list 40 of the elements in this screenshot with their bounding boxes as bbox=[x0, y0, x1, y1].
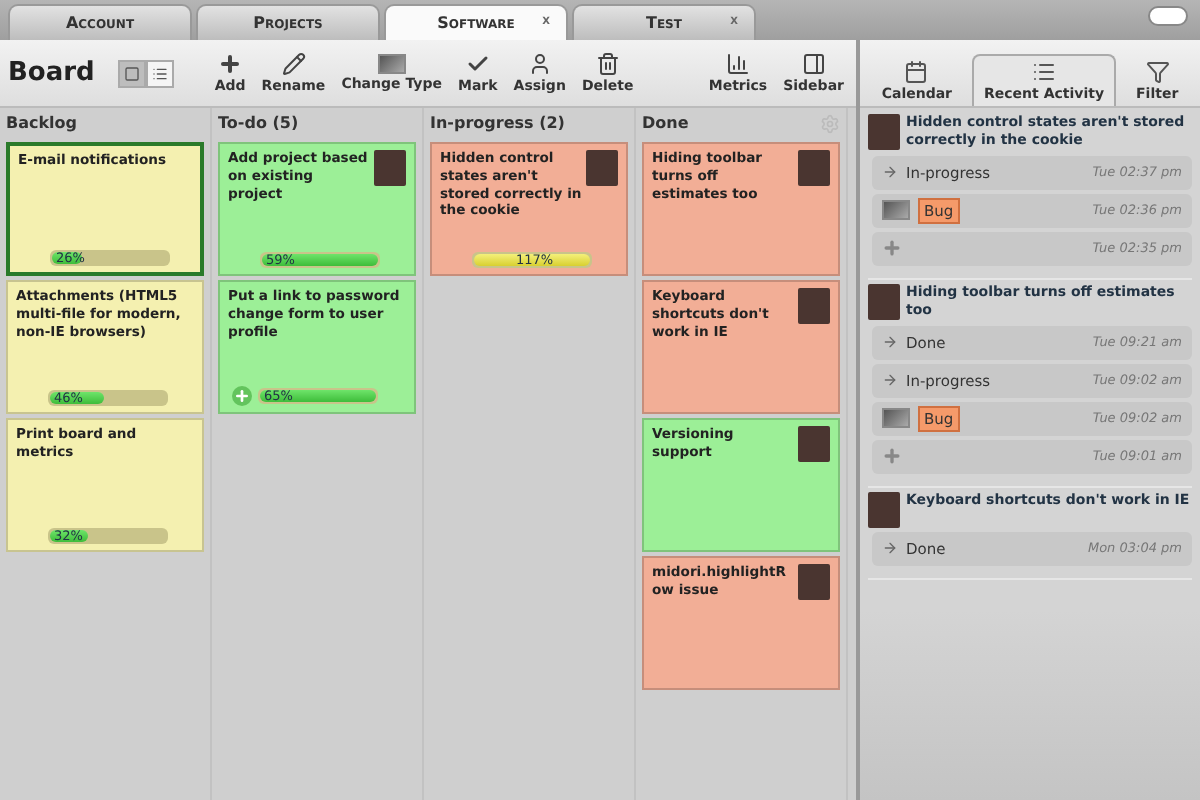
avatar-placeholder bbox=[586, 150, 618, 186]
project-tab[interactable]: Projects bbox=[196, 4, 380, 40]
arrow-icon bbox=[882, 164, 898, 181]
plus-icon bbox=[218, 52, 243, 76]
project-tab[interactable]: Account bbox=[8, 4, 192, 40]
delete-icon bbox=[595, 52, 620, 76]
plus-icon bbox=[882, 446, 902, 467]
bar-chart-icon bbox=[725, 52, 750, 76]
avatar-placeholder bbox=[798, 564, 830, 600]
card-type-icon bbox=[377, 54, 406, 74]
square-icon bbox=[124, 65, 141, 81]
filter-icon bbox=[1145, 60, 1170, 84]
arrow-icon bbox=[882, 540, 898, 557]
board-view-button[interactable] bbox=[118, 59, 147, 87]
avatar-placeholder bbox=[798, 288, 830, 324]
avatar-placeholder bbox=[868, 114, 900, 150]
avatar-placeholder bbox=[868, 283, 900, 320]
avatar-placeholder bbox=[868, 491, 900, 528]
add-icon[interactable] bbox=[232, 386, 252, 406]
list-icon bbox=[152, 65, 169, 81]
calendar-icon bbox=[904, 60, 929, 84]
person-icon bbox=[527, 52, 552, 76]
card-type-icon bbox=[882, 200, 910, 221]
column-title: To-do (5) bbox=[218, 114, 299, 132]
avatar-placeholder bbox=[374, 150, 406, 186]
card-type-icon bbox=[882, 408, 910, 429]
column-title: Done bbox=[642, 114, 689, 132]
check-icon bbox=[465, 52, 490, 76]
board-title: Board bbox=[8, 58, 95, 88]
pencil-icon bbox=[281, 52, 306, 76]
sidebar-icon bbox=[801, 52, 826, 76]
toggle-icon[interactable] bbox=[1148, 6, 1188, 26]
avatar-placeholder bbox=[798, 150, 830, 186]
arrow-icon bbox=[882, 334, 898, 351]
list-view-button[interactable] bbox=[146, 59, 175, 87]
plus-icon bbox=[882, 238, 902, 259]
arrow-icon bbox=[882, 372, 898, 389]
column-title: In-progress (2) bbox=[430, 114, 565, 132]
avatar-placeholder bbox=[798, 426, 830, 462]
column-title: Backlog bbox=[6, 114, 78, 132]
